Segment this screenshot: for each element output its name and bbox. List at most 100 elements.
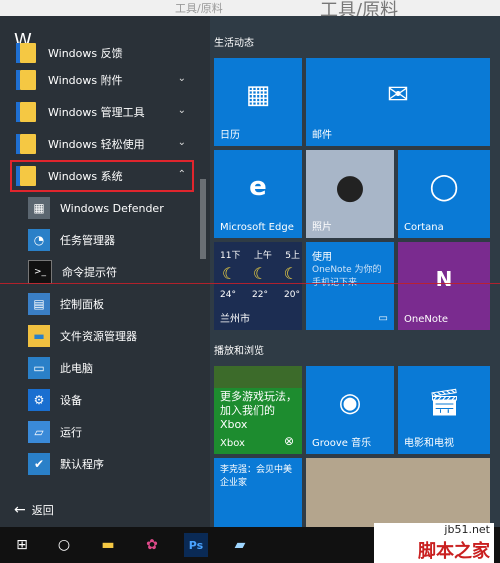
subitem-label: 命令提示符: [62, 266, 117, 279]
folder-icon: [16, 70, 36, 90]
red-guide-line: [0, 283, 500, 284]
tile-onenote[interactable]: N OneNote: [398, 242, 490, 330]
weather-temp: 24°: [220, 290, 236, 300]
tile-label: 邮件: [312, 130, 332, 141]
tile-label: Groove 音乐: [312, 438, 372, 449]
search-circle-icon[interactable]: ○: [52, 533, 76, 557]
tile-label: OneNote: [404, 314, 449, 325]
app-windows-ease-of-access[interactable]: Windows 轻松使用 ⌄: [0, 128, 210, 160]
moon-icon: ☾: [222, 264, 237, 283]
back-arrow-icon: ←: [14, 502, 26, 518]
tile-text: OneNote 为你的手机记下来: [312, 265, 382, 288]
groove-icon: ◉: [338, 387, 362, 418]
app-label: Windows 系统: [48, 170, 123, 183]
tile-photos[interactable]: ● 照片: [306, 150, 394, 238]
tiles-pane: 生活动态 ▦ 日历 ✉ 邮件 e Microsoft Edge ● 照片 ◯ C…: [210, 16, 500, 528]
app-list: Windows 反馈 Windows 附件 ⌄ Windows 管理工具 ⌄ W…: [0, 42, 210, 480]
subitem-label: 设备: [60, 394, 82, 407]
subitem-label: 此电脑: [60, 362, 93, 375]
chevron-down-icon: ⌄: [177, 73, 186, 84]
subitem-label: 控制面板: [60, 298, 104, 311]
devices-icon: ⚙: [28, 389, 50, 411]
defender-icon: ▦: [28, 197, 50, 219]
folder-icon: [16, 166, 36, 186]
app-windows-feedback[interactable]: Windows 反馈: [0, 42, 210, 64]
moon-icon: ☾: [252, 264, 268, 283]
this-pc-icon: ▭: [28, 357, 50, 379]
chevron-up-icon: ⌃: [177, 169, 186, 180]
app-label: Windows 轻松使用: [48, 138, 145, 151]
folder-icon: [16, 43, 36, 63]
subitem-label: 默认程序: [60, 458, 104, 471]
subitem-defender[interactable]: ▦ Windows Defender: [0, 192, 210, 224]
tile-cortana[interactable]: ◯ Cortana: [398, 150, 490, 238]
scrollbar-thumb[interactable]: [200, 179, 206, 259]
weather-day: 5上: [285, 251, 300, 261]
tile-weather[interactable]: 11下 上午 5上 ☾ ☾ ☾ 24° 22° 20° 兰州市: [214, 242, 302, 330]
tile-label: 日历: [220, 130, 240, 141]
color-app-icon[interactable]: ✿: [140, 533, 164, 557]
weather-day: 上午: [253, 251, 272, 261]
subitem-label: 文件资源管理器: [60, 330, 137, 343]
moon-icon: ☾: [283, 264, 298, 283]
subitem-control-panel[interactable]: ▤ 控制面板: [0, 288, 210, 320]
weather-day: 11下: [220, 251, 241, 261]
group-title-play[interactable]: 播放和浏览: [214, 342, 264, 357]
tile-calendar[interactable]: ▦ 日历: [214, 58, 302, 146]
watermark: jb51.net 脚本之家: [374, 523, 494, 563]
tile-edge[interactable]: e Microsoft Edge: [214, 150, 302, 238]
folder-icon: [16, 102, 36, 122]
file-explorer-taskbar-icon[interactable]: ▬: [96, 533, 120, 557]
weather-temps: 24° 22° 20°: [220, 290, 300, 300]
control-panel-icon: ▤: [28, 293, 50, 315]
notepad-icon[interactable]: ▰: [228, 533, 252, 557]
back-button[interactable]: ← 返回: [14, 502, 54, 518]
tile-movies[interactable]: 🎬︎ 电影和电视: [398, 366, 490, 454]
group-title-life[interactable]: 生活动态: [214, 34, 254, 49]
start-menu: W Windows 反馈 Windows 附件 ⌄ Windows 管理工具 ⌄…: [0, 16, 500, 528]
tile-mail[interactable]: ✉ 邮件: [306, 58, 490, 146]
tile-news[interactable]: 李克强：会见中美企业家: [214, 458, 302, 528]
chevron-down-icon: ⌄: [177, 105, 186, 116]
app-windows-accessories[interactable]: Windows 附件 ⌄: [0, 64, 210, 96]
onenote-icon: N: [435, 266, 453, 291]
calendar-icon: ▦: [245, 79, 271, 110]
tile-onenote-promo[interactable]: 使用 OneNote 为你的手机记下来 ▭: [306, 242, 394, 330]
subitem-default-programs[interactable]: ✔ 默认程序: [0, 448, 210, 480]
bg-text-1: 工具/原料: [175, 2, 223, 15]
tile-text: 更多游戏玩法，加入我们的 Xbox: [220, 390, 297, 431]
start-windows-icon[interactable]: ⊞: [10, 533, 34, 557]
panda-image: ●: [335, 166, 365, 207]
tile-xbox[interactable]: 更多游戏玩法，加入我们的 Xbox ⊗ Xbox: [214, 366, 302, 454]
subitem-task-manager[interactable]: ◔ 任务管理器: [0, 224, 210, 256]
subitem-this-pc[interactable]: ▭ 此电脑: [0, 352, 210, 384]
tile-label: Cortana: [404, 222, 444, 233]
tile-text: 李克强：会见中美企业家: [220, 465, 293, 488]
subitem-devices[interactable]: ⚙ 设备: [0, 384, 210, 416]
app-label: Windows 管理工具: [48, 106, 145, 119]
watermark-brand: 脚本之家: [418, 541, 490, 562]
subitem-file-explorer[interactable]: ▬ 文件资源管理器: [0, 320, 210, 352]
weather-days: 11下 上午 5上: [220, 248, 300, 261]
back-label: 返回: [31, 504, 54, 517]
photoshop-icon[interactable]: Ps: [184, 533, 208, 557]
game-image: [214, 366, 302, 388]
app-label: Windows 附件: [48, 74, 123, 87]
tile-title: 使用: [312, 252, 332, 263]
app-windows-system[interactable]: Windows 系统 ⌃: [10, 160, 194, 192]
screen-icon: ▭: [378, 313, 388, 324]
file-explorer-icon: ▬: [28, 325, 50, 347]
default-programs-icon: ✔: [28, 453, 50, 475]
task-manager-icon: ◔: [28, 229, 50, 251]
subitem-label: 任务管理器: [60, 234, 115, 247]
tile-news-image[interactable]: [306, 458, 490, 528]
subitem-run[interactable]: ▱ 运行: [0, 416, 210, 448]
tile-label: 电影和电视: [404, 438, 454, 449]
tile-groove[interactable]: ◉ Groove 音乐: [306, 366, 394, 454]
background-window: 工具/原料 工具/原料: [0, 0, 500, 21]
xbox-icon: ⊗: [283, 434, 294, 448]
tile-label: Microsoft Edge: [220, 222, 294, 233]
weather-temp: 22°: [252, 290, 268, 300]
app-label: Windows 反馈: [48, 47, 123, 60]
app-windows-admin-tools[interactable]: Windows 管理工具 ⌄: [0, 96, 210, 128]
